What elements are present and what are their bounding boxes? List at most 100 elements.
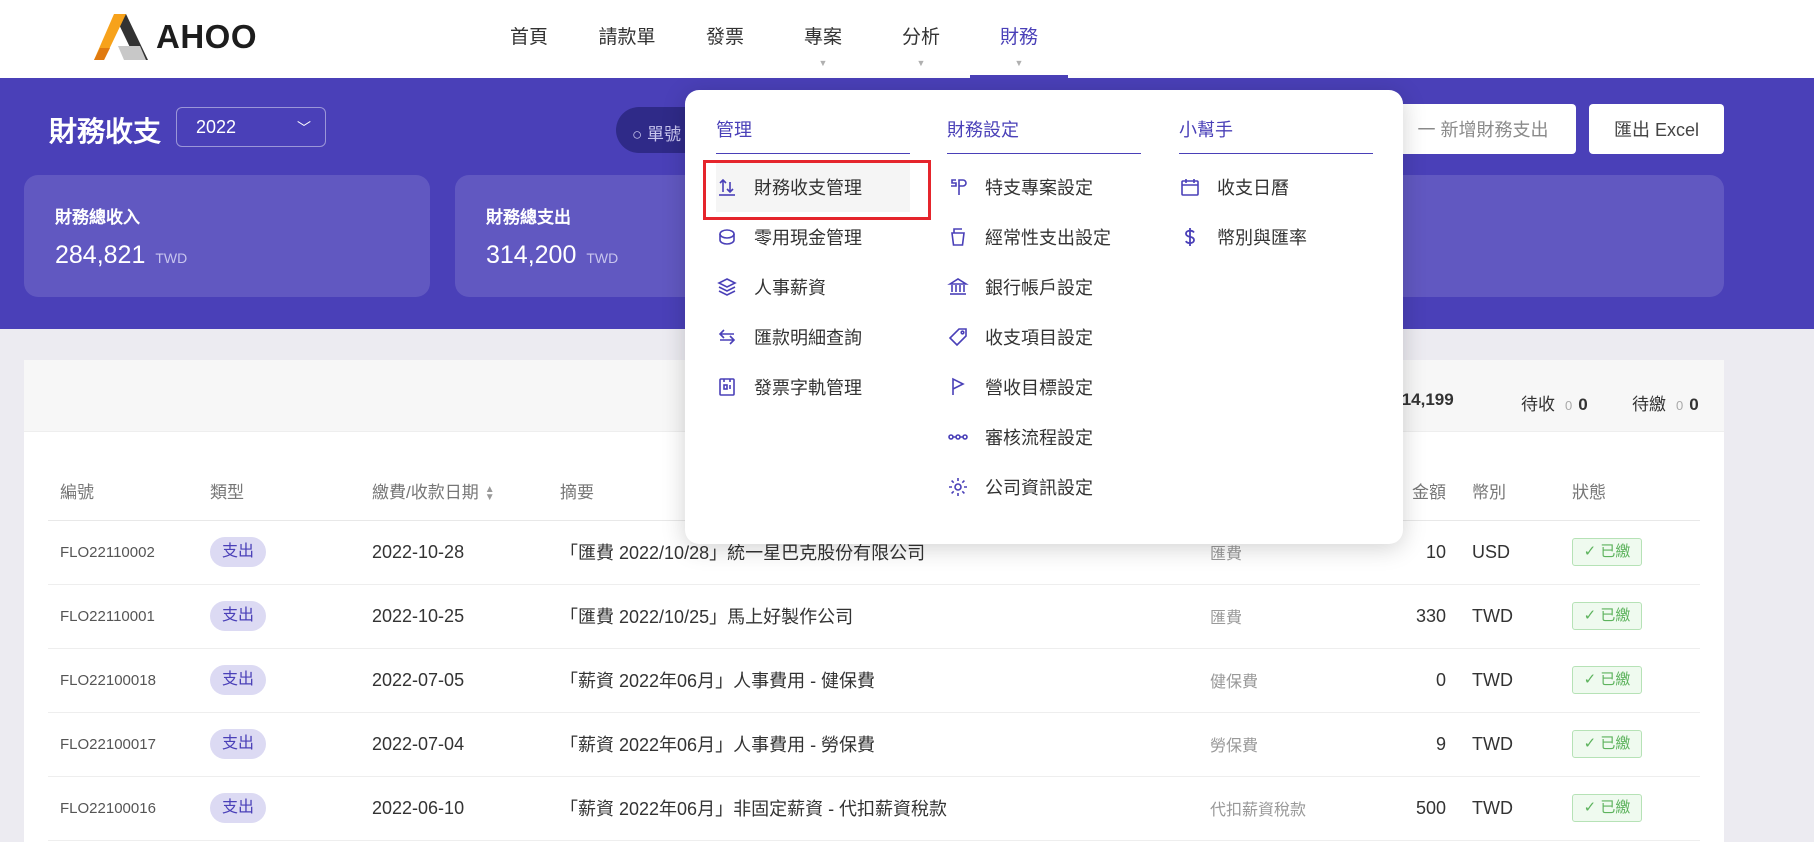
row-date: 2022-10-25	[360, 584, 548, 649]
row-status-cell: ✓ 已繳	[1560, 648, 1700, 713]
row-currency: TWD	[1460, 776, 1560, 841]
receivable-count: 0	[1565, 398, 1573, 413]
row-status-cell: ✓ 已繳	[1560, 776, 1700, 841]
row-type-cell: 支出	[198, 712, 360, 777]
bank-icon	[947, 278, 969, 295]
logo-icon	[94, 14, 148, 60]
row-category: 匯費	[1198, 584, 1368, 649]
finance-dropdown-menu: 管理 財務收支管理 零用現金管理 人事薪資 匯款明細查詢 發票字軌管理 財務設定…	[685, 90, 1403, 544]
menu-column-title: 管理	[716, 116, 910, 154]
main-nav: 首頁 請款單 發票 專案 ▼ 分析 ▼ 財務 ▼	[480, 0, 1068, 78]
row-id: FLO22110001	[48, 584, 198, 649]
menu-item-label: 收支項目設定	[985, 328, 1093, 348]
col-currency: 幣別	[1460, 462, 1560, 521]
col-date[interactable]: 繳費/收款日期 ▲ ▼	[360, 462, 548, 521]
row-id: FLO22100018	[48, 648, 198, 713]
menu-column-title: 財務設定	[947, 116, 1141, 154]
menu-item-revenue-target[interactable]: 營收目標設定	[947, 362, 1141, 412]
row-amount: 0	[1368, 648, 1460, 713]
col-status: 狀態	[1560, 462, 1700, 521]
income-expense-icon	[719, 178, 735, 196]
year-select[interactable]: 2022 ﹀	[176, 107, 326, 147]
menu-item-label: 審核流程設定	[985, 428, 1093, 448]
table-row[interactable]: FLO22100017 支出 2022-07-04 「薪資 2022年06月」人…	[48, 712, 1700, 777]
row-date: 2022-10-28	[360, 520, 548, 585]
chevron-down-icon: ▼	[1014, 58, 1024, 68]
col-date-label: 繳費/收款日期	[372, 483, 479, 503]
nav-invoice-label: 發票	[705, 27, 744, 48]
summary-payable: 待繳 0 0	[1632, 390, 1699, 415]
table-row[interactable]: FLO22100018 支出 2022-07-05 「薪資 2022年06月」人…	[48, 648, 1700, 713]
stat-label: 財務總收入	[55, 208, 140, 227]
nav-finance[interactable]: 財務 ▼	[970, 0, 1068, 78]
search-icon: ○	[632, 125, 643, 144]
menu-item-recurring-expense[interactable]: 經常性支出設定	[947, 212, 1141, 262]
menu-item-label: 發票字軌管理	[754, 378, 862, 398]
table-row[interactable]: FLO22110001 支出 2022-10-25 「匯費 2022/10/25…	[48, 584, 1700, 649]
nav-analysis-label: 分析	[901, 27, 940, 48]
nav-invoice[interactable]: 發票	[676, 0, 774, 78]
menu-item-calendar[interactable]: 收支日曆	[1179, 162, 1373, 212]
row-currency: USD	[1460, 520, 1560, 585]
row-currency: TWD	[1460, 712, 1560, 777]
stat-value: 314,200 TWD	[486, 241, 618, 270]
new-expense-button[interactable]: 一 新增財務支出	[1390, 104, 1576, 154]
type-badge: 支出	[210, 793, 266, 823]
sort-icon[interactable]: ▲ ▼	[485, 484, 495, 502]
menu-item-income-expense-items[interactable]: 收支項目設定	[947, 312, 1141, 362]
row-summary: 「匯費 2022/10/25」馬上好製作公司	[548, 584, 1198, 649]
flag-icon	[952, 377, 965, 395]
flow-icon	[948, 434, 968, 440]
menu-item-bank-account[interactable]: 銀行帳戶設定	[947, 262, 1141, 312]
chevron-down-icon: ▼	[818, 58, 828, 68]
search-placeholder: 單號	[647, 125, 682, 144]
receivable-amount: 0	[1578, 395, 1588, 414]
nav-home-label: 首頁	[509, 27, 548, 48]
chevron-down-icon: ﹀	[297, 120, 311, 136]
top-navbar: AHOO 首頁 請款單 發票 專案 ▼ 分析 ▼ 財務 ▼	[0, 0, 1814, 78]
menu-item-approval-flow[interactable]: 審核流程設定	[947, 412, 1141, 462]
menu-item-label: 特支專案設定	[985, 178, 1093, 198]
nav-home[interactable]: 首頁	[480, 0, 578, 78]
menu-item-label: 零用現金管理	[754, 228, 862, 248]
nav-analysis[interactable]: 分析 ▼	[872, 0, 970, 78]
logo[interactable]: AHOO	[92, 12, 257, 62]
year-value: 2022	[196, 117, 237, 137]
transfer-icon	[718, 329, 736, 345]
menu-item-label: 幣別與匯率	[1217, 228, 1307, 248]
row-summary: 「薪資 2022年06月」人事費用 - 健保費	[548, 648, 1198, 713]
row-id: FLO22100017	[48, 712, 198, 777]
table-row[interactable]: FLO22100016 支出 2022-06-10 「薪資 2022年06月」非…	[48, 776, 1700, 841]
row-date: 2022-07-04	[360, 712, 548, 777]
menu-list: 財務收支管理 零用現金管理 人事薪資 匯款明細查詢 發票字軌管理	[703, 160, 931, 412]
menu-item-special-project[interactable]: 特支專案設定	[947, 162, 1141, 212]
menu-item-remittance[interactable]: 匯款明細查詢	[716, 312, 910, 362]
menu-item-label: 營收目標設定	[985, 378, 1093, 398]
nav-projects-label: 專案	[803, 27, 842, 48]
nav-projects[interactable]: 專案 ▼	[774, 0, 872, 78]
menu-item-invoice-track[interactable]: 發票字軌管理	[716, 362, 910, 412]
payable-label: 待繳	[1632, 395, 1666, 414]
stat-card-other	[1390, 175, 1724, 297]
menu-column-management: 管理 財務收支管理 零用現金管理 人事薪資 匯款明細查詢 發票字軌管理	[703, 116, 931, 412]
page-title: 財務收支	[49, 116, 162, 147]
type-badge: 支出	[210, 537, 266, 567]
cup-icon	[951, 228, 965, 246]
menu-item-company-info[interactable]: 公司資訊設定	[947, 462, 1141, 512]
menu-item-payroll[interactable]: 人事薪資	[716, 262, 910, 312]
stat-amount: 314,200	[486, 241, 577, 269]
menu-item-label: 公司資訊設定	[985, 478, 1093, 498]
nav-payment-request[interactable]: 請款單	[578, 0, 676, 78]
menu-list: 特支專案設定 經常性支出設定 銀行帳戶設定 收支項目設定 營收目標設定 審核流程…	[947, 162, 1141, 512]
nav-payment-request-label: 請款單	[598, 27, 656, 48]
menu-item-label: 銀行帳戶設定	[985, 278, 1093, 298]
menu-item-petty-cash[interactable]: 零用現金管理	[716, 212, 910, 262]
invoice-track-icon	[719, 378, 735, 396]
row-date: 2022-06-10	[360, 776, 548, 841]
payable-count: 0	[1676, 398, 1684, 413]
chevron-down-icon: ▼	[916, 58, 926, 68]
export-excel-button[interactable]: 匯出 Excel	[1589, 104, 1724, 154]
menu-item-currency-rate[interactable]: 幣別與匯率	[1179, 212, 1373, 262]
menu-item-income-expense[interactable]: 財務收支管理	[703, 160, 931, 220]
status-badge: ✓ 已繳	[1572, 730, 1642, 758]
